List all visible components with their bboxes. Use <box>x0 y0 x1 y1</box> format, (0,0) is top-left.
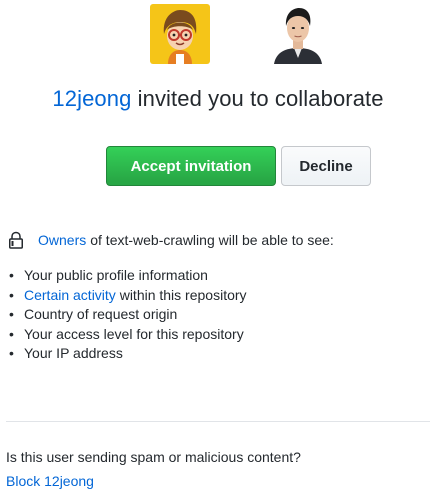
list-item: • Your public profile information <box>6 266 430 286</box>
certain-activity-link[interactable]: Certain activity <box>24 287 116 303</box>
list-item: • Certain activity within this repositor… <box>6 286 430 306</box>
list-item: • Your IP address <box>6 344 430 364</box>
invitation-actions: Accept invitation Decline <box>0 146 436 190</box>
invitation-page: 12jeong invited you to collaborate Accep… <box>0 0 436 497</box>
avatar-row <box>0 4 436 68</box>
permission-text: Your public profile information <box>24 267 208 283</box>
permissions-intro-text: of text-web-crawling will be able to see… <box>90 232 334 248</box>
bullet-icon: • <box>9 306 14 322</box>
permission-text: Country of request origin <box>24 306 178 322</box>
spam-question: Is this user sending spam or malicious c… <box>6 449 301 465</box>
list-item: • Your access level for this repository <box>6 325 430 345</box>
accept-invitation-button[interactable]: Accept invitation <box>106 146 276 186</box>
permissions-section: Owners of text-web-crawling will be able… <box>6 230 430 364</box>
permission-text: within this repository <box>115 286 247 303</box>
lock-icon <box>9 231 23 249</box>
permissions-list: • Your public profile information • Cert… <box>6 266 430 364</box>
decline-button[interactable]: Decline <box>281 146 371 186</box>
permission-text: Your IP address <box>24 345 123 361</box>
owners-link[interactable]: Owners <box>38 232 86 248</box>
bullet-icon: • <box>9 325 14 342</box>
invitation-headline: 12jeong invited you to collaborate <box>0 86 436 112</box>
headline-text: invited you to collaborate <box>131 86 384 111</box>
block-user-link[interactable]: Block 12jeong <box>6 473 94 489</box>
bullet-icon: • <box>9 345 14 361</box>
section-divider <box>6 421 430 422</box>
bullet-icon: • <box>9 286 14 303</box>
inviter-avatar[interactable] <box>150 4 210 64</box>
inviter-username-link[interactable]: 12jeong <box>52 86 131 111</box>
permission-text: Your access level for this repository <box>24 325 244 342</box>
list-item: • Country of request origin <box>6 305 430 325</box>
invitee-avatar[interactable] <box>268 4 328 64</box>
permissions-intro: Owners of text-web-crawling will be able… <box>6 230 430 250</box>
bullet-icon: • <box>9 267 14 283</box>
